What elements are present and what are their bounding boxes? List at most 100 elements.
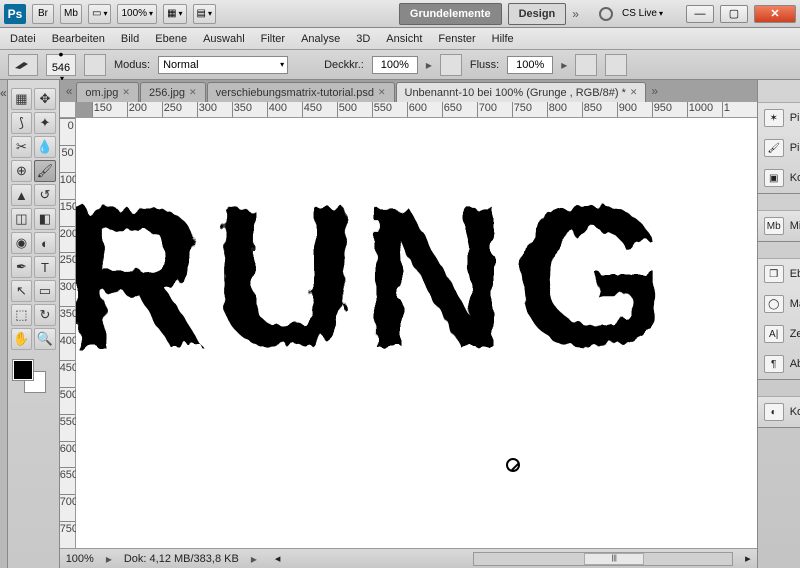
eraser-tool[interactable]: ◫ [11, 208, 33, 230]
minibridge-button[interactable]: Mb [60, 4, 82, 24]
status-menu-icon[interactable]: ▸ [251, 552, 257, 566]
close-icon[interactable]: ✕ [630, 87, 638, 98]
zoom-dropdown[interactable]: 100% [117, 4, 157, 24]
eyedropper-tool[interactable]: 💧 [34, 136, 56, 158]
move-tool[interactable]: ✥ [34, 88, 56, 110]
3d-object-tool[interactable]: ⬚ [11, 304, 33, 326]
toolbox-expand-strip[interactable]: « [0, 80, 8, 568]
stamp-tool[interactable]: ▲ [11, 184, 33, 206]
adjustments-icon: ◐ [764, 403, 784, 421]
menu-auswahl[interactable]: Auswahl [203, 33, 245, 45]
brush-tool[interactable]: 🖌 [34, 160, 56, 182]
flow-input[interactable]: 100% [507, 56, 553, 74]
menu-ansicht[interactable]: Ansicht [386, 33, 422, 45]
maximize-button[interactable]: ▢ [720, 5, 748, 23]
scroll-right-icon[interactable]: ▸ [745, 552, 751, 565]
hand-tool[interactable]: ✋ [11, 328, 33, 350]
workspace-tab-grundelemente[interactable]: Grundelemente [399, 3, 502, 25]
close-icon[interactable]: ✕ [122, 87, 130, 98]
opacity-pressure-toggle[interactable] [440, 54, 462, 76]
menu-hilfe[interactable]: Hilfe [492, 33, 514, 45]
size-pressure-toggle[interactable] [605, 54, 627, 76]
workspace-more-icon[interactable]: » [572, 7, 579, 21]
vertical-ruler[interactable]: 0501001502002503003504004505005506006507… [60, 118, 76, 548]
close-button[interactable]: ✕ [754, 5, 796, 23]
menu-filter[interactable]: Filter [261, 33, 285, 45]
blur-tool[interactable]: ◉ [11, 232, 33, 254]
panel-minibridge[interactable]: MbMini ... [758, 211, 800, 241]
menu-ebene[interactable]: Ebene [155, 33, 187, 45]
lasso-tool[interactable]: ⟆ [11, 112, 33, 134]
minimize-button[interactable]: — [686, 5, 714, 23]
status-flyout-icon[interactable]: ▸ [106, 552, 112, 566]
screen-mode-button[interactable]: ▭ [88, 4, 111, 24]
scrollbar-thumb[interactable]: ||| [584, 553, 644, 565]
character-icon: A| [764, 325, 784, 343]
horizontal-ruler[interactable]: 1502002503003504004505005506006507007508… [92, 102, 757, 118]
pen-tool[interactable]: ✒ [11, 256, 33, 278]
menu-bild[interactable]: Bild [121, 33, 139, 45]
menu-datei[interactable]: Datei [10, 33, 36, 45]
blend-mode-select[interactable]: Normal [158, 56, 288, 74]
panel-korrekturen[interactable]: ◐Korre... [758, 397, 800, 427]
flow-flyout-icon[interactable]: ▸ [561, 58, 567, 72]
panel-masken[interactable]: ◯Masken [758, 289, 800, 319]
wand-tool[interactable]: ✦ [34, 112, 56, 134]
no-drop-cursor-icon [506, 458, 520, 472]
dodge-tool[interactable]: ◐ [34, 232, 56, 254]
menu-fenster[interactable]: Fenster [438, 33, 475, 45]
app-logo: Ps [4, 4, 26, 24]
scroll-left-icon[interactable]: ◂ [275, 552, 281, 565]
gradient-tool[interactable]: ◧ [34, 208, 56, 230]
opacity-flyout-icon[interactable]: ▸ [426, 58, 432, 72]
3d-camera-tool[interactable]: ↻ [34, 304, 56, 326]
tab-om[interactable]: om.jpg✕ [76, 82, 139, 102]
panel-absatz[interactable]: ¶Absatz [758, 349, 800, 379]
history-brush-tool[interactable]: ↺ [34, 184, 56, 206]
airbrush-toggle[interactable] [575, 54, 597, 76]
panel-pinsel[interactable]: 🖌Pinsel [758, 133, 800, 163]
brush-panel-toggle[interactable] [84, 54, 106, 76]
panel-kopie[interactable]: ▣Kopie... [758, 163, 800, 193]
tab-verschiebung[interactable]: verschiebungsmatrix-tutorial.psd✕ [207, 82, 395, 102]
status-zoom[interactable]: 100% [66, 553, 94, 565]
workspace-tab-design[interactable]: Design [508, 3, 567, 25]
color-swatches[interactable] [11, 360, 56, 394]
close-icon[interactable]: ✕ [378, 87, 386, 98]
ruler-origin[interactable] [60, 102, 76, 118]
path-select-tool[interactable]: ↖ [11, 280, 33, 302]
cslive-dropdown[interactable]: CS Live [619, 4, 666, 24]
brush-size-picker[interactable]: •546 [46, 54, 76, 76]
menu-analyse[interactable]: Analyse [301, 33, 340, 45]
opacity-input[interactable]: 100% [372, 56, 418, 74]
shape-tool[interactable]: ▭ [34, 280, 56, 302]
type-tool[interactable]: T [34, 256, 56, 278]
brush-preset-icon: ✶ [764, 109, 784, 127]
menu-3d[interactable]: 3D [356, 33, 370, 45]
panel-pinsel-presets[interactable]: ✶Pinsel... [758, 103, 800, 133]
minibridge-icon: Mb [764, 217, 784, 235]
bridge-button[interactable]: Br [32, 4, 54, 24]
horizontal-scrollbar[interactable]: ||| [473, 552, 733, 566]
mode-label: Modus: [114, 59, 150, 71]
toolbox: ▦✥ ⟆✦ ✂💧 ⊕🖌 ▲↺ ◫◧ ◉◐ ✒T ↖▭ ⬚↻ ✋🔍 [8, 80, 60, 568]
tab-scroll-left-icon[interactable]: « [66, 84, 73, 98]
menu-bearbeiten[interactable]: Bearbeiten [52, 33, 105, 45]
tab-256[interactable]: 256.jpg✕ [140, 82, 206, 102]
marquee-tool[interactable]: ▦ [11, 88, 33, 110]
tool-preset-picker[interactable] [8, 54, 38, 76]
paragraph-icon: ¶ [764, 355, 784, 373]
extras-button[interactable]: ▤ [193, 4, 216, 24]
panel-ebenen[interactable]: ❒Ebenen [758, 259, 800, 289]
tab-unbenannt[interactable]: Unbenannt-10 bei 100% (Grunge , RGB/8#) … [396, 82, 647, 102]
status-doc-size[interactable]: Dok: 4,12 MB/383,8 KB [124, 553, 239, 565]
tab-scroll-right-icon[interactable]: » [651, 84, 658, 98]
foreground-swatch[interactable] [13, 360, 33, 380]
heal-tool[interactable]: ⊕ [11, 160, 33, 182]
crop-tool[interactable]: ✂ [11, 136, 33, 158]
close-icon[interactable]: ✕ [189, 87, 197, 98]
canvas[interactable]: RUNG [76, 118, 757, 548]
panel-zeichen[interactable]: A|Zeichen [758, 319, 800, 349]
zoom-tool[interactable]: 🔍 [34, 328, 56, 350]
arrange-button[interactable]: ▦ [163, 4, 186, 24]
